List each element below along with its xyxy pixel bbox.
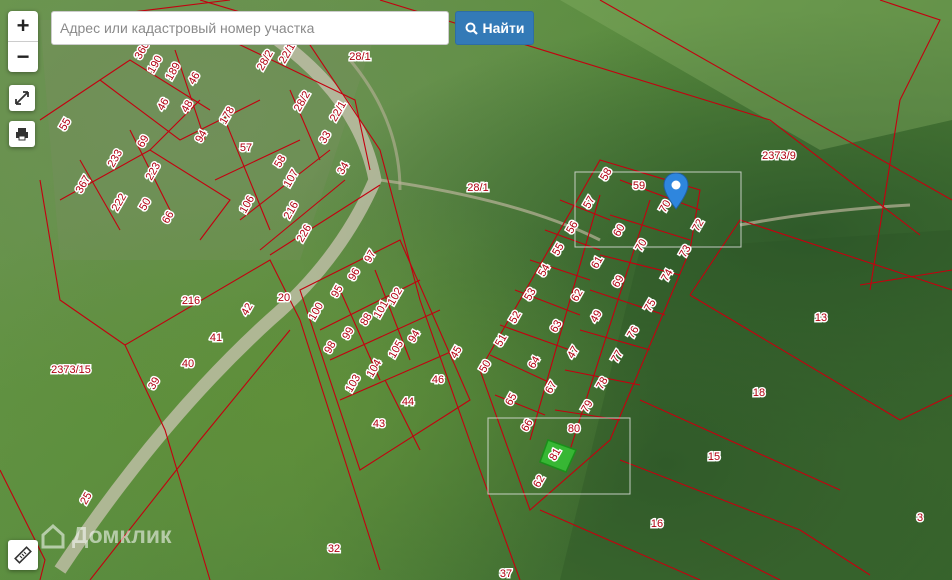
parcel-label[interactable]: 80 bbox=[566, 422, 581, 437]
zoom-in-button[interactable]: + bbox=[8, 11, 38, 41]
parcel-label[interactable]: 59 bbox=[631, 179, 646, 194]
parcel-label[interactable]: 60 bbox=[610, 221, 630, 241]
parcel-boundary bbox=[489, 354, 556, 386]
parcel-label[interactable]: 42 bbox=[238, 300, 258, 320]
parcel-label[interactable]: 41 bbox=[208, 331, 223, 346]
parcel-label[interactable]: 2373/15 bbox=[50, 363, 93, 378]
parcel-label[interactable]: 50 bbox=[476, 357, 496, 377]
search-input[interactable] bbox=[51, 11, 449, 45]
parcel-label[interactable]: 61 bbox=[588, 253, 608, 273]
field-texture bbox=[560, 0, 952, 150]
location-marker[interactable] bbox=[663, 172, 689, 215]
parcel-label[interactable]: 66 bbox=[518, 416, 538, 436]
parcel-label[interactable]: 52 bbox=[506, 308, 526, 328]
parcel-label[interactable]: 13 bbox=[813, 311, 828, 326]
parcel-label[interactable]: 65 bbox=[502, 390, 522, 410]
parcel-label[interactable]: 63 bbox=[547, 317, 567, 337]
parcel-label[interactable]: 62 bbox=[568, 286, 588, 306]
parcel-label[interactable]: 18 bbox=[751, 386, 766, 401]
parcel-label[interactable]: 99 bbox=[339, 324, 359, 344]
parcel-label[interactable]: 62 bbox=[530, 472, 550, 492]
parcel-boundary bbox=[299, 319, 381, 571]
parcel-label[interactable]: 96 bbox=[345, 265, 365, 285]
watermark-text: Домклик bbox=[72, 522, 172, 548]
print-button[interactable] bbox=[9, 121, 35, 147]
parcel-label[interactable]: 40 bbox=[180, 357, 195, 372]
parcel-label[interactable]: 32 bbox=[326, 542, 341, 557]
measure-button[interactable] bbox=[8, 540, 38, 570]
parcel-label[interactable]: 53 bbox=[521, 285, 541, 305]
parcel-label[interactable]: 100 bbox=[305, 299, 328, 324]
parcel-label[interactable]: 58 bbox=[597, 165, 617, 185]
search-button-label: Найти bbox=[482, 20, 525, 36]
parcel-label[interactable]: 51 bbox=[492, 331, 512, 351]
map-canvas[interactable]: 22/1 28/2 28/1 360 190 189 46 46 48 178 94 57 55 233 6… bbox=[0, 0, 952, 580]
parcel-label[interactable]: 57 bbox=[238, 141, 253, 156]
parcel-label[interactable]: 47 bbox=[564, 343, 584, 363]
fullscreen-icon bbox=[15, 91, 29, 105]
search-button[interactable]: Найти bbox=[455, 11, 534, 45]
parcel-label[interactable]: 57 bbox=[580, 193, 600, 213]
ruler-icon bbox=[14, 546, 32, 564]
zoom-out-button[interactable]: − bbox=[8, 42, 38, 72]
parcel-label[interactable]: 15 bbox=[706, 450, 721, 465]
parcel-label[interactable]: 45 bbox=[447, 343, 467, 363]
parcel-label[interactable]: 54 bbox=[535, 261, 555, 281]
parcel-label[interactable]: 25 bbox=[77, 489, 97, 509]
parcel-boundary bbox=[384, 379, 421, 451]
search-icon bbox=[465, 22, 478, 35]
print-icon bbox=[16, 128, 28, 141]
parcel-label[interactable]: 216 bbox=[180, 294, 201, 309]
parcel-label[interactable]: 28/1 bbox=[466, 181, 490, 196]
parcel-label[interactable]: 28/1 bbox=[348, 50, 372, 65]
parcel-label[interactable]: 16 bbox=[649, 517, 664, 532]
parcel-label[interactable]: 43 bbox=[371, 417, 386, 432]
parcel-label[interactable]: 20 bbox=[276, 291, 291, 306]
parcel-label[interactable]: 56 bbox=[563, 218, 583, 238]
parcel-label[interactable]: 46 bbox=[430, 373, 445, 388]
watermark: Домклик bbox=[40, 522, 171, 549]
map-marker-icon bbox=[663, 172, 689, 210]
parcel-label[interactable]: 104 bbox=[363, 356, 386, 381]
parcel-label[interactable]: 3 bbox=[915, 511, 924, 526]
fullscreen-button[interactable] bbox=[9, 85, 35, 111]
parcel-label[interactable]: 97 bbox=[361, 247, 381, 267]
parcel-label[interactable]: 98 bbox=[321, 338, 341, 358]
parcel-label[interactable]: 44 bbox=[400, 395, 415, 410]
parcel-layer: 22/128/2 28/1360190189 4646 48 1789457552336… bbox=[0, 0, 952, 580]
parcel-label[interactable]: 69 bbox=[609, 272, 629, 292]
domclick-logo-icon bbox=[41, 523, 65, 548]
parcel-label[interactable]: 39 bbox=[145, 374, 165, 394]
parcel-label[interactable]: 37 bbox=[498, 567, 513, 580]
zoom-control: + − bbox=[8, 11, 38, 72]
parcel-label[interactable]: 2373/9 bbox=[761, 149, 798, 164]
parcel-label[interactable]: 34 bbox=[334, 159, 354, 179]
parcel-label[interactable]: 64 bbox=[525, 353, 545, 373]
parcel-label[interactable]: 67 bbox=[542, 378, 562, 398]
parcel-label[interactable]: 49 bbox=[587, 307, 607, 327]
parcel-label[interactable]: 94 bbox=[405, 327, 425, 347]
